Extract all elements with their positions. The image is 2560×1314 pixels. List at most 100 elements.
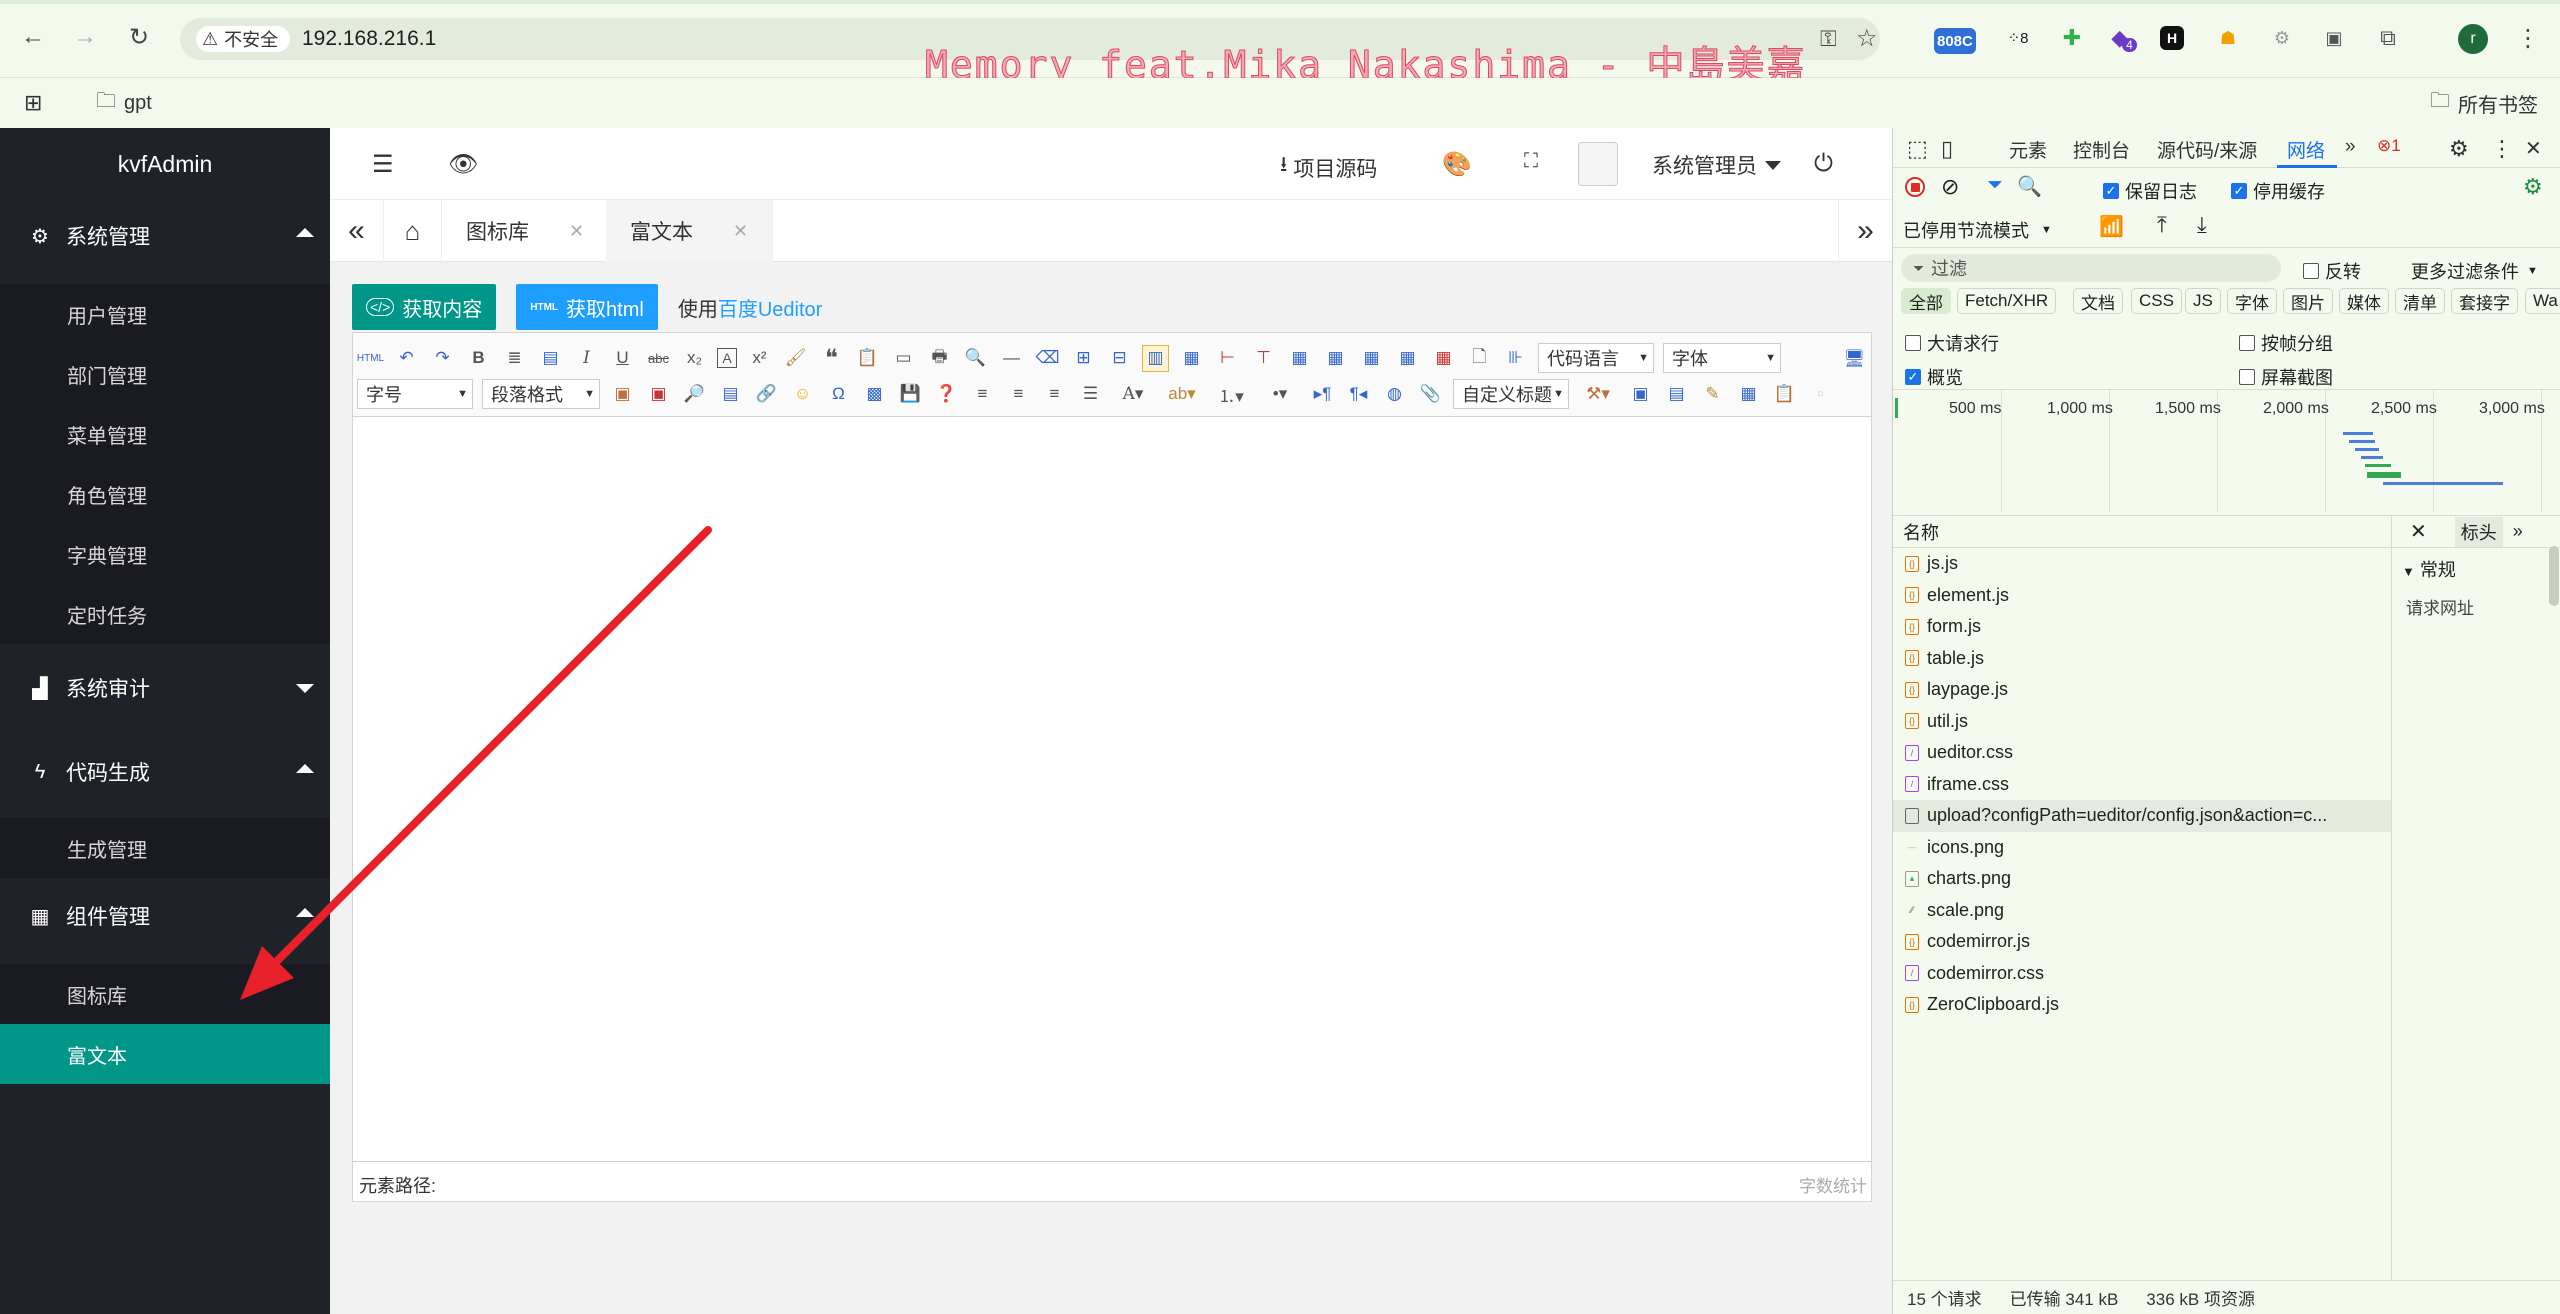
request-row[interactable]: {} table.js [1893, 643, 2391, 675]
menu-group-codegen[interactable]: ϟ 代码生成 [0, 736, 330, 808]
chip-doc[interactable]: 文档 [2073, 288, 2123, 314]
extension-808c[interactable]: 808C [1934, 28, 1976, 54]
extension-figure[interactable]: ☗ [2212, 22, 2244, 54]
filter-input[interactable]: ⏷ 过滤 [1901, 254, 2281, 282]
bookmark-star-icon[interactable]: ☆ [1856, 24, 1878, 53]
delete-row-icon[interactable]: ⊢ [1214, 345, 1241, 372]
background-color-icon[interactable]: ab▾ [1162, 381, 1202, 408]
home-tab[interactable]: ⌂ [384, 200, 442, 262]
menu-item-users[interactable]: 用户管理 [0, 284, 330, 344]
inspect-icon[interactable]: ⬚ [1907, 136, 1928, 162]
request-row[interactable]: {} ZeroClipboard.js [1893, 989, 2391, 1021]
chip-js[interactable]: JS [2185, 288, 2221, 314]
subscript-icon[interactable]: x₂ [681, 345, 708, 372]
extension-cube[interactable]: ◆ 4 [2108, 22, 2140, 54]
url-text[interactable]: 192.168.216.1 [302, 27, 436, 51]
filter-funnel-icon[interactable]: ⏷ [1987, 174, 2003, 197]
request-row[interactable]: / codemirror.css [1893, 958, 2391, 990]
italic-icon[interactable]: I [573, 345, 600, 372]
close-icon[interactable]: ✕ [733, 221, 748, 242]
back-button[interactable]: ← [16, 20, 50, 54]
delete-col-icon[interactable]: ⊤ [1250, 345, 1277, 372]
request-row[interactable]: {} js.js [1893, 548, 2391, 580]
link-icon[interactable]: 🔗 [753, 381, 780, 408]
blockquote-icon[interactable]: ❝ [818, 345, 845, 372]
word-image-icon[interactable]: ⚒▾ [1578, 381, 1618, 408]
chip-font[interactable]: 字体 [2227, 288, 2277, 314]
extension-h[interactable]: H [2160, 26, 2184, 50]
ueditor-link[interactable]: 百度Ueditor [718, 299, 822, 321]
underline-icon[interactable]: U [609, 345, 636, 372]
wifi-settings-icon[interactable]: 📶 [2099, 214, 2124, 239]
eraser-icon[interactable]: ⌫ [1034, 345, 1061, 372]
unordered-list-icon[interactable]: •▾ [1260, 381, 1300, 408]
split-cells-icon[interactable]: ▦ [1178, 345, 1205, 372]
clear-icon[interactable]: ⊘ [1941, 174, 1959, 200]
menu-item-roles[interactable]: 角色管理 [0, 464, 330, 524]
request-row[interactable]: {} form.js [1893, 611, 2391, 643]
direction-ltr-icon[interactable]: ▸¶ [1309, 381, 1336, 408]
superscript-icon[interactable]: x² [746, 345, 773, 372]
export-har-icon[interactable]: ⤓ [2197, 212, 2207, 238]
request-row[interactable]: ⁄⁄ scale.png [1893, 895, 2391, 927]
search-replace-icon[interactable]: 🔎 [681, 381, 708, 408]
all-bookmarks[interactable]: 🗀 所有书签 [2430, 88, 2538, 118]
extensions-button[interactable]: ⧉ [2372, 22, 2404, 54]
close-details-icon[interactable]: ✕ [2410, 519, 2427, 544]
drafts-icon[interactable]: ▫ [1807, 381, 1834, 408]
import-har-icon[interactable]: ⤒ [2157, 212, 2167, 238]
font-family-select[interactable]: 字体 ▼ [1663, 343, 1781, 373]
emoticon-icon[interactable]: ☺ [789, 381, 816, 408]
multi-image-icon[interactable]: ▣ [645, 381, 672, 408]
fullscreen-editor-icon[interactable]: 🖥 [1841, 345, 1868, 372]
menu-item-scheduled-tasks[interactable]: 定时任务 [0, 584, 330, 644]
align-right-icon[interactable]: ≡ [1005, 381, 1032, 408]
ordered-list-icon[interactable]: ⒈▾ [1211, 381, 1251, 408]
apps-button[interactable]: ⊞ [24, 88, 42, 118]
extension-plus[interactable]: ✚ [2056, 22, 2088, 54]
user-menu[interactable]: 系统管理员 [1652, 150, 1781, 180]
chip-css[interactable]: CSS [2131, 288, 2182, 314]
paste-icon[interactable]: 📋 [854, 345, 881, 372]
paste-plain-icon[interactable]: ▤ [537, 345, 564, 372]
menu-item-rich-text[interactable]: 富文本 [0, 1024, 330, 1084]
code-language-select[interactable]: 代码语言 ▼ [1538, 343, 1654, 373]
record-stop-icon[interactable] [1905, 177, 1925, 197]
chip-manifest[interactable]: 清单 [2395, 288, 2445, 314]
screenshots-checkbox[interactable]: 屏幕截图 [2239, 364, 2333, 390]
request-row[interactable]: / ueditor.css [1893, 737, 2391, 769]
attachment-icon[interactable]: 📎 [1417, 381, 1444, 408]
details-scrollbar[interactable] [2549, 546, 2559, 606]
eye-icon[interactable]: 👁 [448, 150, 478, 179]
tab-elements[interactable]: 元素 [2009, 136, 2047, 163]
settings-gear-icon[interactable]: ⚙ [2449, 136, 2469, 162]
close-devtools-icon[interactable]: ✕ [2525, 136, 2542, 161]
help-icon[interactable]: ❓ [933, 381, 960, 408]
menu-group-audit[interactable]: ▟ 系统审计 [0, 652, 330, 724]
more-tabs-icon[interactable]: » [2513, 521, 2523, 542]
throttle-select[interactable]: 已停用节流模式 ▼ [1903, 217, 2052, 243]
get-content-button[interactable]: </> 获取内容 [352, 284, 497, 330]
format-brush-icon[interactable]: 🖌 [782, 345, 809, 372]
insert-col-icon[interactable]: ⊟ [1106, 345, 1133, 372]
source-html-icon[interactable]: HTML [357, 345, 384, 372]
justify-icon[interactable]: ☰ [1077, 381, 1104, 408]
align-center-icon[interactable]: ≡ [1041, 381, 1068, 408]
extension-counter[interactable]: ⁘ 8 [2002, 22, 2034, 54]
horizontal-rule-icon[interactable]: — [998, 345, 1025, 372]
menu-group-system[interactable]: ⚙ 系统管理 [0, 200, 330, 272]
column-name[interactable]: 名称 [1903, 519, 1939, 545]
insert-frame-icon[interactable]: ▩ [861, 381, 888, 408]
key-icon[interactable]: ⚿ [1820, 26, 1837, 52]
chip-wasm[interactable]: Wa [2525, 288, 2560, 314]
undo-icon[interactable]: ↶ [393, 345, 420, 372]
select-all-icon[interactable]: ▭ [890, 345, 917, 372]
fullscreen-icon[interactable]: ⛶ [1524, 150, 1538, 173]
tab-network[interactable]: 网络 [2287, 136, 2325, 163]
network-settings-icon[interactable]: ⚙ [2523, 174, 2543, 200]
menu-item-departments[interactable]: 部门管理 [0, 344, 330, 404]
tab-console[interactable]: 控制台 [2073, 136, 2130, 163]
request-row[interactable]: {} laypage.js [1893, 674, 2391, 706]
editor-content-area[interactable] [353, 417, 1871, 1161]
profile-avatar[interactable]: r [2458, 24, 2488, 54]
